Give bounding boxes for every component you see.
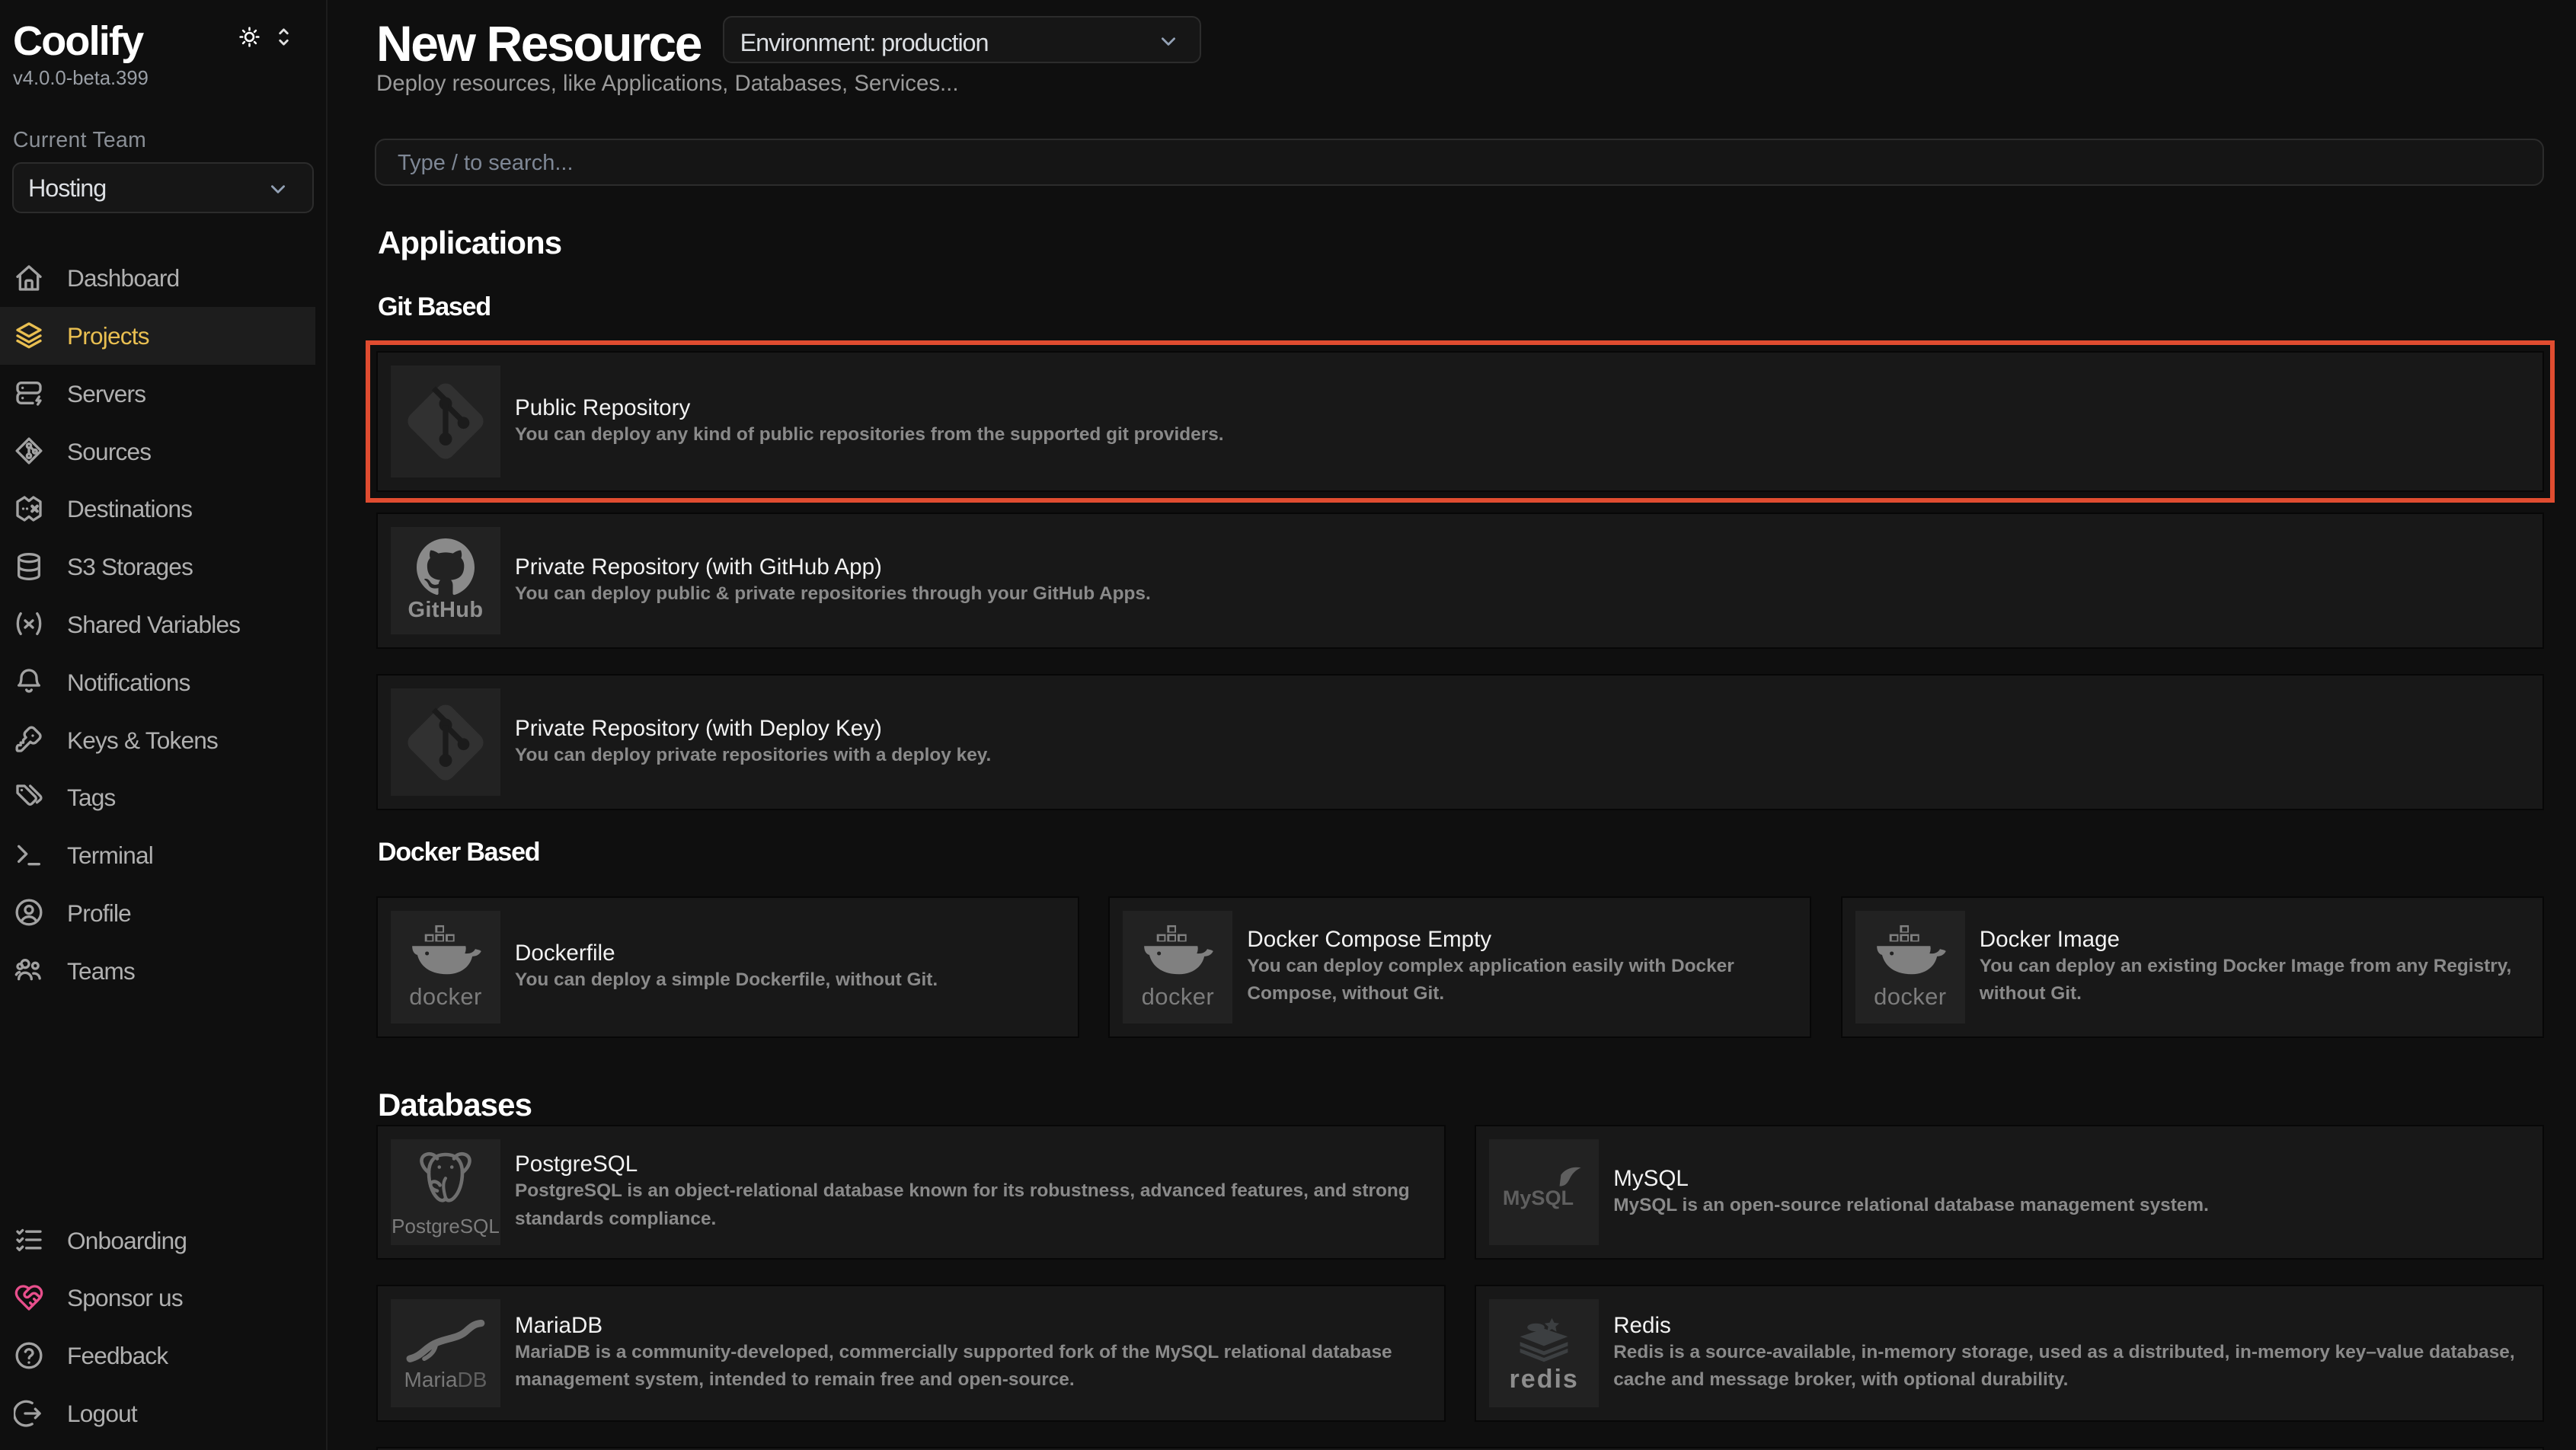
svg-text:MySQL: MySQL <box>1503 1187 1574 1209</box>
